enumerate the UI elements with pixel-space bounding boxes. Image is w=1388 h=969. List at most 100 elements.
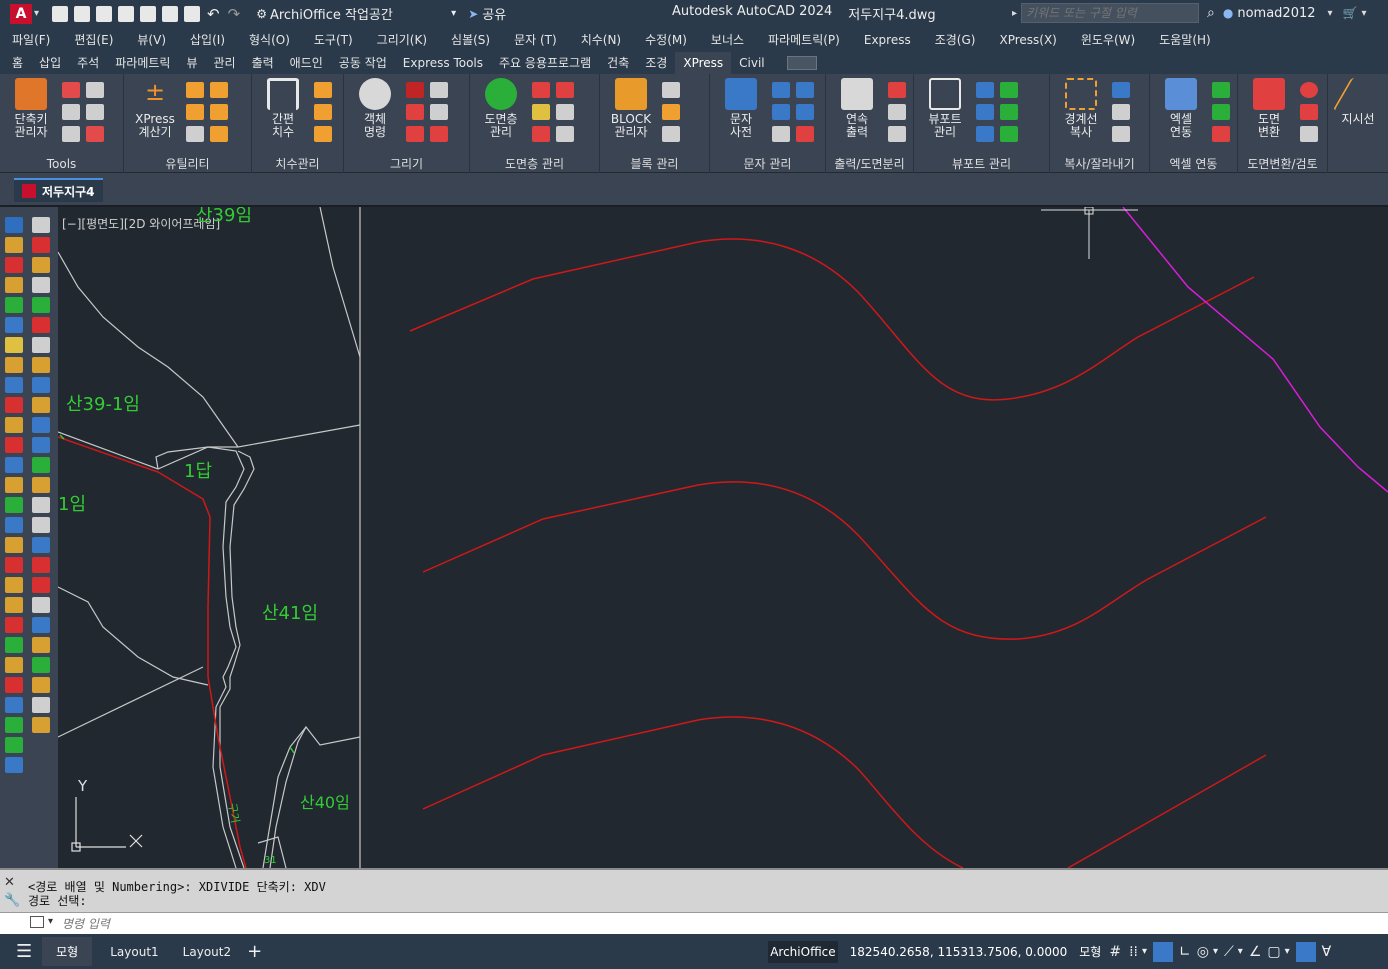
tool-icon[interactable] [32, 717, 50, 733]
menu-view[interactable]: 뷰(V) [125, 31, 178, 48]
tool-icon[interactable] [5, 397, 23, 413]
tool-icon[interactable] [186, 82, 204, 98]
menu-landscape[interactable]: 조경(G) [923, 31, 988, 48]
tool-icon[interactable] [5, 637, 23, 653]
tool-icon[interactable] [796, 82, 814, 98]
tool-icon[interactable] [32, 397, 50, 413]
tool-icon[interactable] [556, 104, 574, 120]
app-logo[interactable]: A [10, 3, 32, 24]
tool-icon[interactable] [1112, 126, 1130, 142]
tool-icon[interactable] [32, 477, 50, 493]
drawing-convert-button[interactable]: 도면 변환 [1244, 78, 1294, 155]
object-command-button[interactable]: 객체 명령 [350, 78, 400, 155]
tool-icon[interactable] [430, 104, 448, 120]
coordinate-readout[interactable]: 182540.2658, 115313.7506, 0.0000 [850, 945, 1068, 959]
tool-icon[interactable] [5, 577, 23, 593]
tool-icon[interactable] [314, 126, 332, 142]
tool-icon[interactable] [772, 126, 790, 142]
tool-icon[interactable] [976, 104, 994, 120]
layout-tab[interactable]: Layout1 [100, 939, 168, 965]
isodraft-icon[interactable]: ⟋ [1224, 944, 1234, 960]
tool-icon[interactable] [1112, 104, 1130, 120]
chevron-down-icon[interactable]: ▾ [1238, 946, 1243, 957]
tool-icon[interactable] [406, 104, 424, 120]
tool-icon[interactable] [5, 597, 23, 613]
tool-icon[interactable] [32, 597, 50, 613]
tool-icon[interactable] [5, 517, 23, 533]
tool-icon[interactable] [5, 357, 23, 373]
tab-civil[interactable]: Civil [731, 52, 772, 74]
tool-icon[interactable] [5, 757, 23, 773]
menu-parametric[interactable]: 파라메트릭(P) [756, 31, 852, 48]
file-tab[interactable]: 저두지구4 [14, 178, 103, 202]
tool-icon[interactable] [1300, 104, 1318, 120]
menu-format[interactable]: 형식(O) [237, 31, 302, 48]
tab-architecture[interactable]: 건축 [599, 52, 637, 74]
menu-edit[interactable]: 편집(E) [62, 31, 125, 48]
tool-icon[interactable] [888, 126, 906, 142]
layout-tab-model[interactable]: 모형 [42, 937, 93, 966]
menu-draw[interactable]: 그리기(K) [365, 31, 439, 48]
tool-icon[interactable] [406, 126, 424, 142]
tool-icon[interactable] [62, 82, 80, 98]
chevron-down-icon[interactable]: ▾ [48, 916, 53, 927]
quick-dimension-button[interactable]: 간편 치수 [258, 78, 308, 155]
plot-icon[interactable] [184, 5, 201, 22]
menu-insert[interactable]: 삽입(I) [178, 31, 237, 48]
tool-icon[interactable] [1112, 82, 1130, 98]
tool-icon[interactable] [62, 126, 80, 142]
tool-icon[interactable] [32, 517, 50, 533]
tool-icon[interactable] [5, 437, 23, 453]
tool-icon[interactable] [32, 537, 50, 553]
tab-parametric[interactable]: 파라메트릭 [107, 52, 178, 74]
tool-icon[interactable] [210, 126, 228, 142]
undo-icon[interactable]: ↶ [207, 5, 220, 23]
tool-icon[interactable] [32, 437, 50, 453]
tab-insert[interactable]: 삽입 [31, 52, 69, 74]
shortcut-manager-button[interactable]: 단축키 관리자 [6, 78, 56, 155]
tool-icon[interactable] [556, 82, 574, 98]
tool-icon[interactable] [5, 697, 23, 713]
menu-tools[interactable]: 도구(T) [302, 31, 365, 48]
tool-icon[interactable] [32, 457, 50, 473]
tab-xpress[interactable]: XPress [675, 52, 732, 74]
tool-icon[interactable] [532, 104, 550, 120]
command-window-handle[interactable]: ✕ 🔧 [4, 874, 22, 910]
ribbon-minimize-button[interactable] [786, 56, 817, 70]
tool-icon[interactable] [796, 126, 814, 142]
tool-icon[interactable] [32, 677, 50, 693]
menu-express[interactable]: Express [852, 33, 923, 47]
command-prompt-icon[interactable] [30, 916, 44, 928]
tool-icon[interactable] [32, 577, 50, 593]
menu-xpress[interactable]: XPress(X) [987, 33, 1068, 47]
tool-icon[interactable] [32, 497, 50, 513]
tool-icon[interactable] [5, 557, 23, 573]
object-snap-tracking-icon[interactable]: ∠ [1249, 944, 1262, 960]
upload-icon[interactable] [162, 5, 179, 22]
tool-icon[interactable] [5, 257, 23, 273]
batch-plot-button[interactable]: 연속 출력 [832, 78, 882, 155]
menu-dimension[interactable]: 치수(N) [569, 31, 633, 48]
viewport-manager-button[interactable]: 뷰포트 관리 [920, 78, 970, 155]
publish-icon[interactable] [140, 5, 157, 22]
save-as-icon[interactable] [118, 5, 135, 22]
chevron-down-icon[interactable]: ▾ [1285, 946, 1290, 957]
tool-icon[interactable] [32, 637, 50, 653]
object-snap-icon[interactable]: ▢ [1267, 944, 1280, 960]
chevron-down-icon[interactable]: ▾ [1328, 8, 1333, 19]
tool-icon[interactable] [772, 104, 790, 120]
tab-featured-apps[interactable]: 주요 응용프로그램 [491, 52, 599, 74]
tool-icon[interactable] [32, 357, 50, 373]
tool-icon[interactable] [5, 537, 23, 553]
excel-link-button[interactable]: 엑셀 연동 [1156, 78, 1206, 155]
drawing-canvas[interactable]: [−][평면도][2D 와이어프레임] 산39임 산39-1임 1답 1임 산4… [58, 207, 1388, 868]
tool-icon[interactable] [5, 497, 23, 513]
redo-icon[interactable]: ↷ [228, 5, 241, 23]
tool-icon[interactable] [210, 104, 228, 120]
tool-icon[interactable] [5, 417, 23, 433]
workspace-selector[interactable]: ⚙ ArchiOffice 작업공간 ▾ [256, 4, 456, 24]
share-button[interactable]: ➤ 공유 [468, 4, 506, 24]
tool-icon[interactable] [662, 104, 680, 120]
tool-icon[interactable] [772, 82, 790, 98]
tab-output[interactable]: 출력 [244, 52, 282, 74]
